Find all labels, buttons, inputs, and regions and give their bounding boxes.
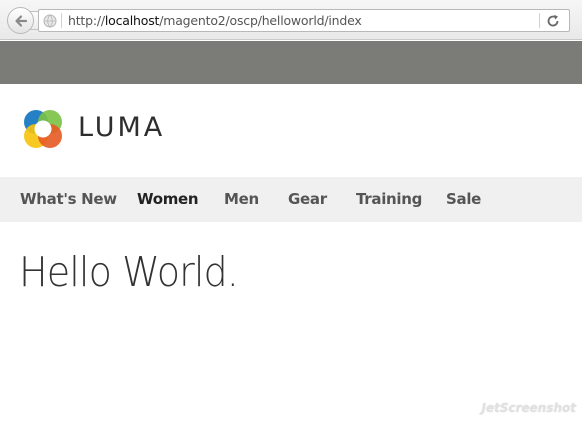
nav-item-gear[interactable]: Gear xyxy=(288,190,327,208)
back-button[interactable] xyxy=(7,7,34,34)
header-panel xyxy=(0,41,582,84)
url-separator xyxy=(61,13,62,28)
watermark: JetScreenshot xyxy=(481,401,577,415)
arrow-left-icon xyxy=(14,14,27,27)
page-title: Hello World. xyxy=(19,248,239,296)
main-navigation: What's New Women Men Gear Training Sale xyxy=(0,177,582,222)
nav-item-whats-new[interactable]: What's New xyxy=(20,190,117,208)
browser-toolbar: http://localhost/magento2/oscp/helloworl… xyxy=(0,0,582,40)
nav-item-men[interactable]: Men xyxy=(224,190,259,208)
globe-icon xyxy=(43,14,57,28)
logo-text[interactable]: LUMA xyxy=(78,112,165,143)
url-divider xyxy=(539,13,540,28)
nav-item-sale[interactable]: Sale xyxy=(446,190,481,208)
reload-icon[interactable] xyxy=(545,13,561,29)
luma-logo-icon[interactable] xyxy=(20,106,66,152)
address-bar[interactable]: http://localhost/magento2/oscp/helloworl… xyxy=(38,9,570,32)
nav-item-training[interactable]: Training xyxy=(356,190,422,208)
url-text[interactable]: http://localhost/magento2/oscp/helloworl… xyxy=(68,13,362,28)
nav-item-women[interactable]: Women xyxy=(137,190,199,208)
